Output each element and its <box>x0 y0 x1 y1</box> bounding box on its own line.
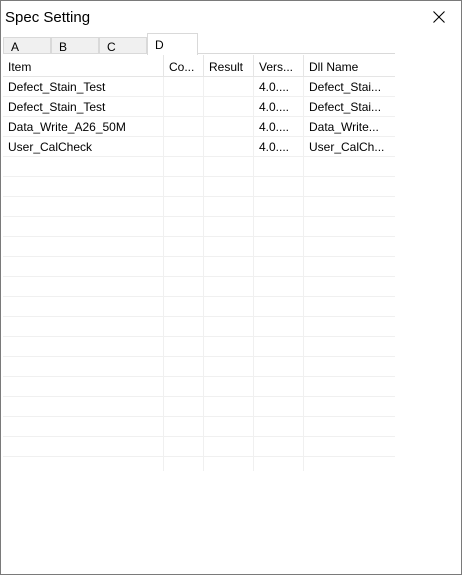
empty-row <box>3 157 395 177</box>
column-divider <box>203 77 204 471</box>
window-title: Spec Setting <box>5 9 91 26</box>
cell-dll-name: Data_Write... <box>309 120 379 134</box>
tab-d[interactable]: D <box>147 33 198 55</box>
empty-row <box>3 257 395 277</box>
column-header-item[interactable]: Item <box>3 55 164 77</box>
cell-version: 4.0.... <box>254 97 304 117</box>
column-divider <box>253 77 254 471</box>
cell-version: 4.0.... <box>254 137 304 157</box>
empty-row <box>3 437 395 457</box>
empty-row <box>3 357 395 377</box>
close-button[interactable] <box>417 1 461 33</box>
empty-row <box>3 337 395 357</box>
empty-row <box>3 297 395 317</box>
tab-b[interactable]: B <box>51 37 99 54</box>
cell-co <box>164 117 204 137</box>
empty-row <box>3 317 395 337</box>
column-divider <box>163 77 164 471</box>
cell-dll-name: User_CalCh... <box>309 140 385 154</box>
table-row[interactable]: Defect_Stain_Test 4.0.... Defect_Stai... <box>3 77 395 97</box>
cell-result <box>204 97 254 117</box>
tab-strip: A B C D <box>3 33 395 55</box>
cell-version: 4.0.... <box>254 117 304 137</box>
table-row[interactable]: Data_Write_A26_50M 4.0.... Data_Write... <box>3 117 395 137</box>
empty-row <box>3 177 395 197</box>
cell-co <box>164 97 204 117</box>
cell-dll-name: Defect_Stai... <box>309 80 382 94</box>
title-bar: Spec Setting <box>1 1 461 33</box>
empty-row <box>3 237 395 257</box>
tab-c[interactable]: C <box>99 37 147 54</box>
cell-item: Defect_Stain_Test <box>3 97 164 117</box>
cell-version: 4.0.... <box>254 77 304 97</box>
empty-row <box>3 217 395 237</box>
tab-a[interactable]: A <box>3 37 51 54</box>
cell-result <box>204 117 254 137</box>
empty-row <box>3 377 395 397</box>
empty-row <box>3 197 395 217</box>
cell-result <box>204 77 254 97</box>
empty-row <box>3 277 395 297</box>
column-header-result[interactable]: Result <box>204 55 254 77</box>
column-header-co[interactable]: Co... <box>164 55 204 77</box>
close-icon <box>433 11 445 23</box>
cell-co <box>164 137 204 157</box>
cell-dll-name: Defect_Stai... <box>309 100 382 114</box>
table-header: Item Co... Result Vers... Dll Name <box>3 55 395 77</box>
cell-item: User_CalCheck <box>3 137 164 157</box>
empty-row <box>3 417 395 437</box>
cell-item: Data_Write_A26_50M <box>3 117 164 137</box>
cell-co <box>164 77 204 97</box>
empty-row <box>3 397 395 417</box>
column-header-version[interactable]: Vers... <box>254 55 304 77</box>
column-divider <box>303 77 304 471</box>
cell-result <box>204 137 254 157</box>
tab-divider <box>3 53 395 54</box>
spec-table: Item Co... Result Vers... Dll Name Defec… <box>3 55 395 471</box>
table-row[interactable]: Defect_Stain_Test 4.0.... Defect_Stai... <box>3 97 395 117</box>
table-row[interactable]: User_CalCheck 4.0.... User_CalCh... <box>3 137 395 157</box>
column-header-dll-name[interactable]: Dll Name <box>304 55 395 77</box>
cell-item: Defect_Stain_Test <box>3 77 164 97</box>
spec-setting-window: Spec Setting A B C D Item Co... Result V… <box>0 0 462 575</box>
